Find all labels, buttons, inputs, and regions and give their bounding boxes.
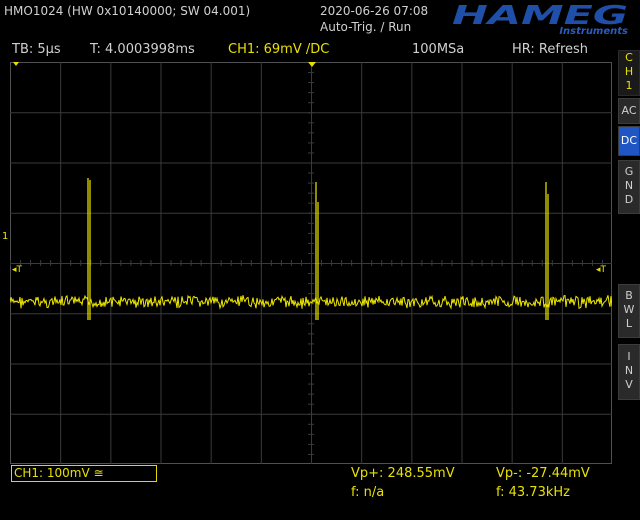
channel-trigger-level[interactable]: CH1: 69mV /DC xyxy=(228,42,329,57)
trigger-level-marker-left[interactable]: ◂T xyxy=(12,265,23,275)
inv-letter-v: V xyxy=(625,378,633,391)
channel-letter-1: 1 xyxy=(625,79,633,92)
device-info: HMO1024 (HW 0x10140000; SW 04.001) xyxy=(4,4,251,18)
frequency-measurement-left: f: n/a xyxy=(351,485,385,500)
bwl-letter-b: B xyxy=(625,289,633,302)
gnd-letter-n: N xyxy=(624,179,634,192)
inv-letter-n: N xyxy=(624,364,634,377)
horizontal-resolution[interactable]: HR: Refresh xyxy=(512,42,588,57)
coupling-dc-button[interactable]: DC xyxy=(618,126,640,156)
hameg-logo: HAMEG Instruments xyxy=(452,1,628,36)
coupling-ac-button[interactable]: AC xyxy=(618,98,640,124)
bandwidth-limit-button[interactable]: B W L xyxy=(618,284,640,338)
invert-button[interactable]: I N V xyxy=(618,344,640,400)
vp-minus-measurement: Vp-: -27.44mV xyxy=(496,466,590,481)
channel-1-menu-title: C H 1 xyxy=(618,50,640,96)
sample-rate: 100MSa xyxy=(412,42,465,57)
gnd-letter-d: D xyxy=(624,193,634,206)
vp-plus-measurement: Vp+: 248.55mV xyxy=(351,466,455,481)
ground-marker[interactable]: 1 xyxy=(2,231,8,242)
inv-letter-i: I xyxy=(627,350,631,363)
trigger-time[interactable]: T: 4.0003998ms xyxy=(90,42,195,57)
channel-letter-c: C xyxy=(625,51,633,64)
gnd-letter-g: G xyxy=(624,165,634,178)
trigger-mode: Auto-Trig. / Run xyxy=(320,20,412,34)
channel-letter-h: H xyxy=(624,65,634,78)
scope-display[interactable]: ◂T ◂T xyxy=(10,62,612,464)
bwl-letter-w: W xyxy=(623,303,635,316)
datetime: 2020-06-26 07:08 xyxy=(320,4,429,18)
trigger-level-marker-right[interactable]: ◂T xyxy=(596,265,607,275)
ch1-scale-box[interactable]: CH1: 100mV ≅ xyxy=(11,465,157,482)
hameg-logo-subtext: Instruments xyxy=(559,26,628,36)
dc-label: DC xyxy=(620,134,638,147)
frequency-measurement-right: f: 43.73kHz xyxy=(496,485,570,500)
coupling-gnd-button[interactable]: G N D xyxy=(618,160,640,214)
timebase[interactable]: TB: 5µs xyxy=(12,42,61,57)
bwl-letter-l: L xyxy=(625,317,633,330)
ac-label: AC xyxy=(621,104,637,117)
